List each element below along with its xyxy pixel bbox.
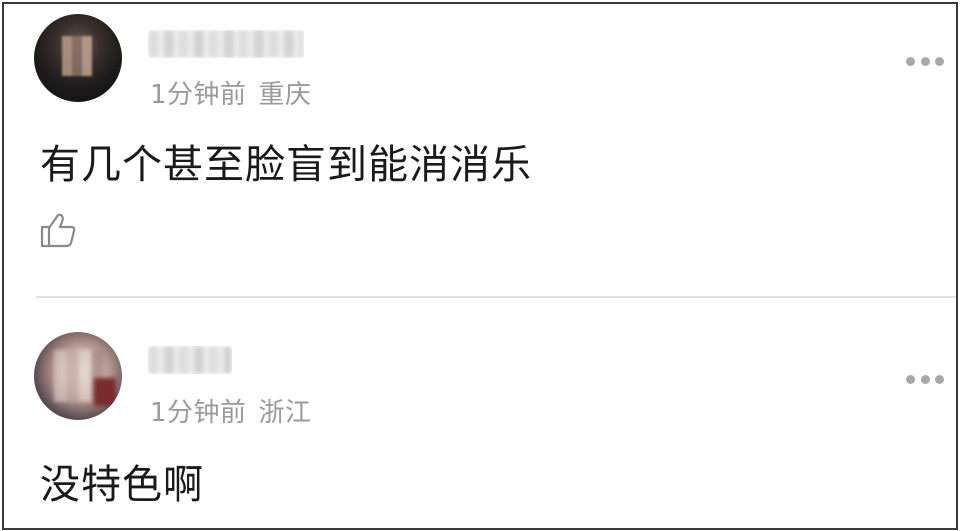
comment-item: 1分钟前 重庆 有几个甚至脸盲到能消消乐 [4, 4, 956, 296]
more-dots-icon[interactable] [906, 56, 944, 66]
comment-text: 没特色啊 [40, 462, 204, 508]
dot [935, 56, 944, 66]
comment-meta: 1分钟前 重庆 [150, 74, 312, 111]
comment-list: 1分钟前 重庆 有几个甚至脸盲到能消消乐 1分钟前 浙江 没特色啊 [2, 2, 958, 530]
comment-meta: 1分钟前 浙江 [150, 392, 312, 429]
comment-text: 有几个甚至脸盲到能消消乐 [40, 142, 532, 188]
username-blurred[interactable] [148, 30, 304, 58]
comment-location: 重庆 [258, 80, 312, 110]
dot [935, 374, 944, 384]
dot [920, 374, 930, 384]
comment-item: 1分钟前 浙江 没特色啊 [4, 300, 956, 528]
more-dots-icon[interactable] [906, 374, 944, 384]
comment-time: 1分钟前 [150, 398, 247, 428]
avatar[interactable] [34, 332, 122, 420]
username-blur-strip [148, 346, 232, 374]
comment-time: 1分钟前 [150, 80, 247, 110]
avatar-mosaic [62, 36, 92, 76]
username-blur-strip [148, 30, 304, 58]
avatar-detail [94, 378, 116, 406]
dot [920, 56, 930, 66]
dot [906, 56, 915, 66]
dot [906, 374, 915, 384]
comment-location: 浙江 [258, 398, 312, 428]
comment-divider [36, 296, 956, 298]
thumbs-up-svg [40, 213, 76, 248]
avatar[interactable] [34, 14, 122, 102]
thumbs-up-icon[interactable] [38, 210, 78, 250]
username-blurred[interactable] [148, 346, 232, 374]
